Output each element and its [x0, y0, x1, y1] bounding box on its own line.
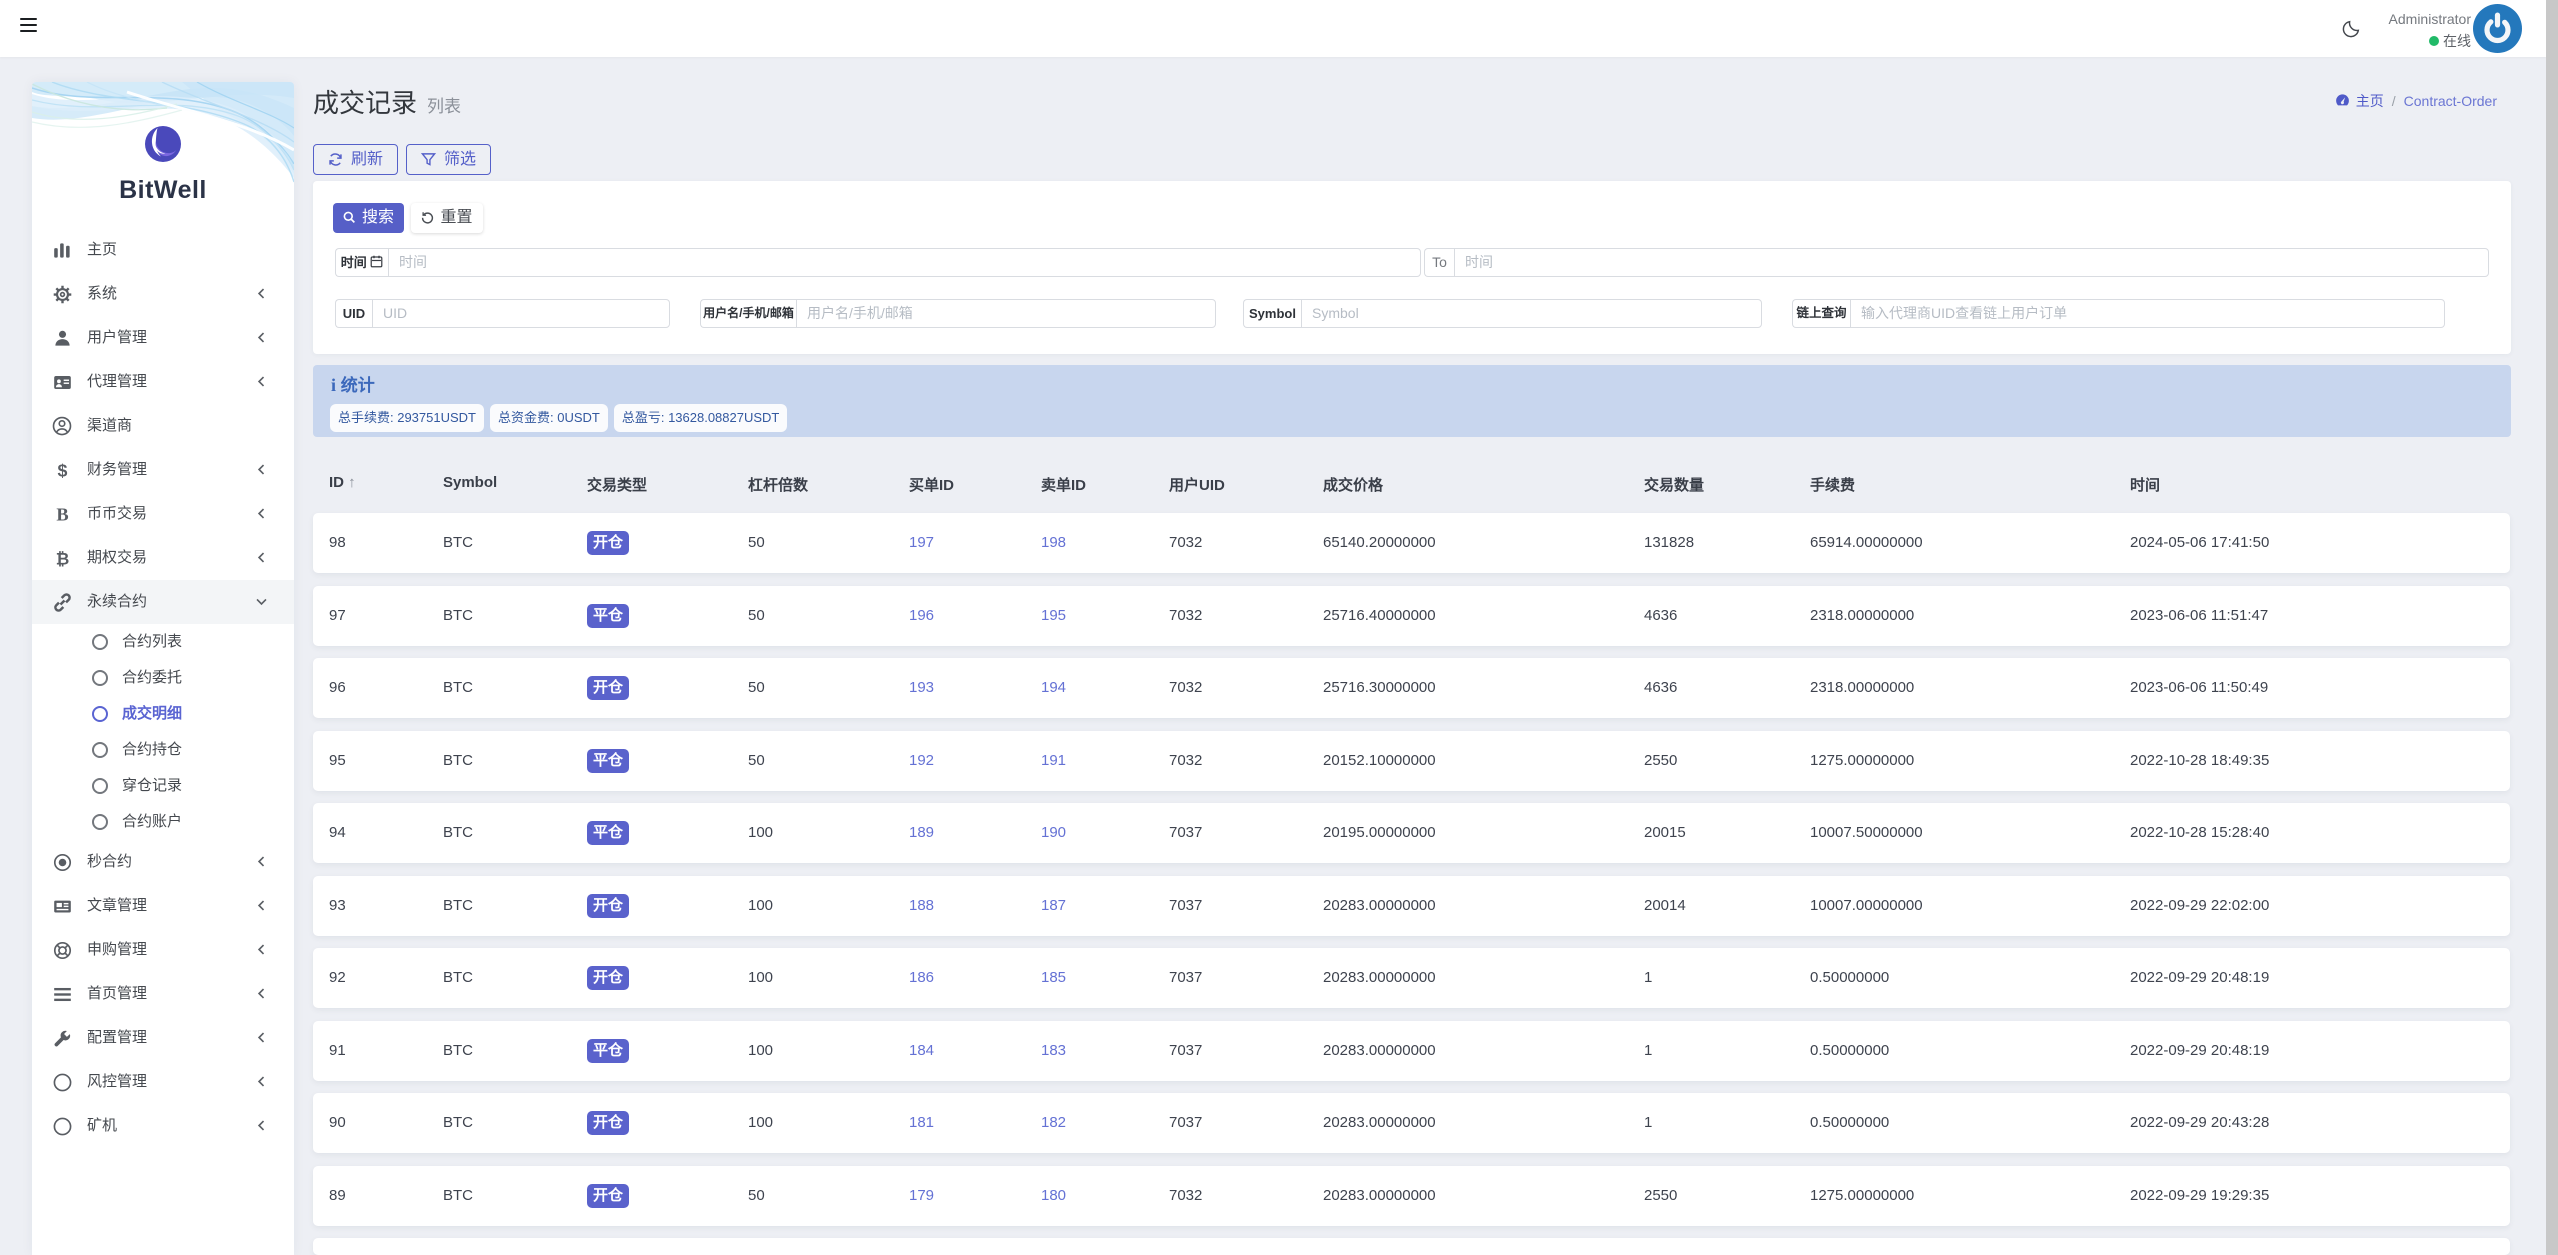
svg-text:$: $: [57, 461, 67, 480]
svg-text:₿: ₿: [55, 549, 69, 568]
svg-text:B: B: [56, 505, 68, 524]
